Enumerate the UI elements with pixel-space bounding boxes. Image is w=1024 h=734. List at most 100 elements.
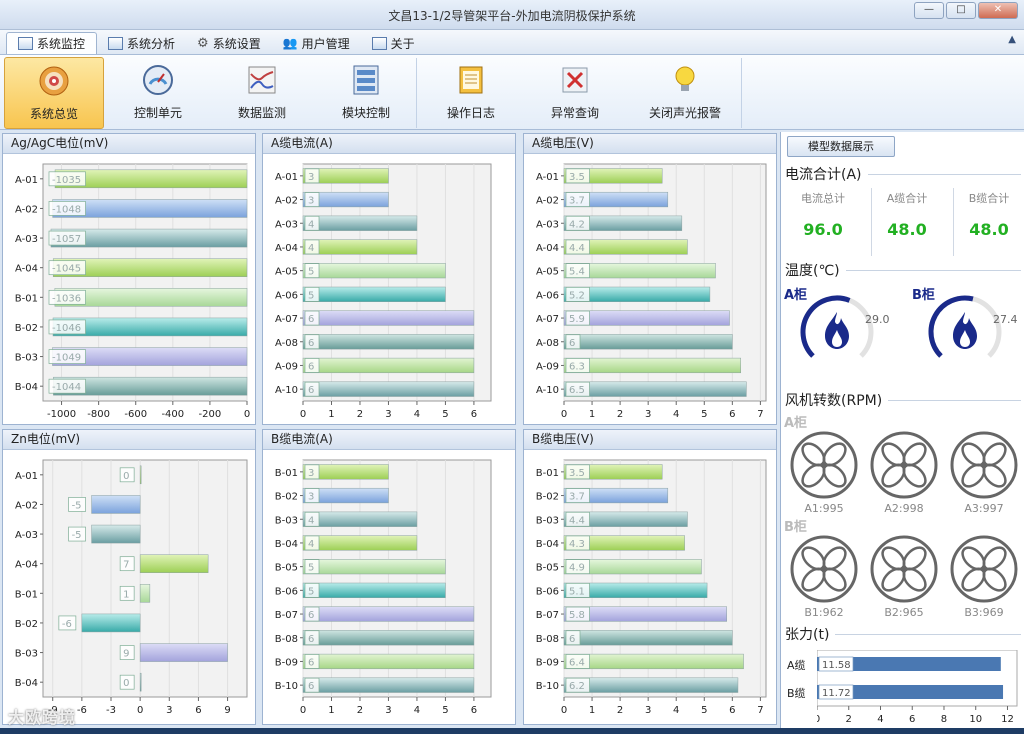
close-alarm-button[interactable]: 关闭声光报警 [629, 57, 741, 129]
data-monitor-button[interactable]: 数据监测 [212, 57, 312, 129]
y-tick-label: B-03 [15, 649, 38, 660]
bar [302, 653, 475, 670]
tab-system-analysis[interactable]: 系统分析 [97, 32, 186, 54]
y-tick-label: B-01 [15, 293, 38, 304]
y-tick-label: B-07 [536, 610, 559, 621]
data-label: 3 [308, 492, 314, 503]
system-overview-button[interactable]: 系统总览 [4, 57, 104, 129]
button-label: 系统总览 [29, 107, 78, 121]
fan-icon [870, 431, 938, 499]
tab-label: 关于 [390, 36, 415, 51]
gauge-icon [143, 65, 173, 95]
y-tick-label: B-09 [275, 657, 298, 668]
fan-group-b-label: B柜 [784, 520, 807, 535]
b-cable-voltage-chart: 0 1 2 3 4 5 6 7 B-01 3.5 B-02 3.7 B-03 4.4 B-04 4.3 B-05… [536, 459, 767, 716]
button-label: 数据监测 [237, 106, 286, 120]
tab-label: 用户管理 [301, 36, 350, 51]
tab-system-settings[interactable]: ⚙ 系统设置 [186, 32, 272, 54]
tab-label: 系统分析 [127, 36, 176, 51]
toolbar-ribbon: 系统总览 控制单元 数据监测 模块控制 操作日志 异常查询 关闭声光报警 [0, 54, 1024, 130]
y-tick-label: B-04 [275, 539, 298, 550]
tension-category-label: A缆 [787, 659, 806, 672]
data-label: -5 [72, 500, 82, 511]
control-unit-button[interactable]: 控制单元 [108, 57, 208, 129]
x-tick-label: 6 [729, 705, 735, 716]
x-tick-label: 2 [357, 705, 363, 716]
section-title: 张力(t) [785, 627, 830, 643]
x-tick-label: 1 [328, 409, 334, 420]
data-label: 11.58 [822, 660, 851, 671]
data-label: 5 [308, 563, 314, 574]
y-tick-label: B-01 [536, 468, 559, 479]
bar [302, 677, 475, 693]
a-cable-total: A缆合计 48.0 [869, 190, 945, 239]
button-label: 异常查询 [550, 106, 599, 120]
bar [91, 495, 141, 514]
data-label: -1044 [52, 382, 81, 393]
exception-query-button[interactable]: 异常查询 [525, 57, 625, 129]
y-tick-label: B-03 [536, 515, 559, 526]
close-button[interactable]: ✕ [978, 2, 1018, 19]
collapse-ribbon-button[interactable]: ▲ [1008, 34, 1016, 45]
y-tick-label: A-08 [275, 338, 298, 349]
data-label: 6.2 [569, 681, 585, 692]
y-tick-label: A-03 [536, 219, 559, 230]
bar [139, 554, 209, 573]
y-tick-label: B-04 [536, 539, 559, 550]
y-tick-label: B-05 [536, 563, 559, 574]
bar [302, 357, 475, 374]
bar [302, 511, 418, 527]
module-icon [353, 65, 379, 95]
x-tick-label: 0 [817, 714, 820, 725]
about-icon [371, 36, 387, 50]
a-cable-total-value: 48.0 [887, 220, 927, 239]
data-label: 6 [569, 634, 575, 645]
target-icon [39, 66, 69, 96]
temperature-section-header: 温度(℃) [785, 260, 1021, 280]
model-data-button[interactable]: 模型数据展示 [787, 136, 895, 157]
bar [302, 215, 418, 231]
y-tick-label: B-10 [536, 681, 559, 692]
x-tick-label: 4 [673, 705, 679, 716]
operation-log-button[interactable]: 操作日志 [421, 57, 521, 129]
minimize-button[interactable]: — [914, 2, 944, 19]
panel-title: A缆电流(A) [263, 134, 515, 154]
y-tick-label: A-07 [275, 314, 298, 325]
y-tick-label: A-01 [275, 172, 298, 183]
data-label: 3 [308, 196, 314, 207]
x-tick-label: 12 [1001, 714, 1014, 725]
tab-user-management[interactable]: 👥 用户管理 [272, 32, 361, 54]
y-tick-label: B-07 [275, 610, 298, 621]
y-tick-label: A-05 [536, 267, 559, 278]
y-tick-label: A-03 [275, 219, 298, 230]
x-tick-label: 6 [909, 714, 915, 725]
data-label: 0 [123, 471, 129, 482]
y-tick-label: A-04 [15, 560, 38, 571]
panel-a-cable-current: A缆电流(A) 0 1 2 3 4 5 6 A-01 3 A-02 3 A-03 4 A-04 4 A-05 5… [262, 133, 516, 425]
module-control-button[interactable]: 模块控制 [316, 57, 416, 129]
fan-rpm-label: A3:997 [964, 502, 1004, 515]
maximize-button[interactable]: □ [946, 2, 976, 19]
data-label: 3.7 [569, 196, 585, 207]
tension-chart: 0 2 4 6 8 10 12 11.58 11.72 [817, 650, 1018, 725]
fan-rpm-label: A2:998 [884, 502, 924, 515]
data-label: 6 [308, 361, 314, 372]
tab-about[interactable]: 关于 [361, 32, 426, 54]
panel-title: B缆电压(V) [524, 430, 776, 450]
bar [302, 310, 475, 326]
y-tick-label: A-08 [536, 338, 559, 349]
data-label: -1036 [52, 293, 81, 304]
users-icon: 👥 [282, 36, 298, 50]
bar [139, 672, 142, 692]
y-tick-label: B-04 [15, 678, 38, 689]
bar [563, 630, 733, 646]
y-tick-label: B-03 [275, 515, 298, 526]
tab-system-monitor[interactable]: 系统监控 [6, 32, 98, 54]
temperature-b-value: 27.4 [993, 313, 1018, 326]
panel-a-cable-voltage: A缆电压(V) 0 1 2 3 4 5 6 7 A-01 3.5 A-02 3.7 A-03 4.2 A-0… [523, 133, 777, 425]
y-tick-label: A-03 [15, 234, 38, 245]
x-tick-label: 1 [589, 705, 595, 716]
ag-potential-chart: -1000 -800 -600 -400 -200 0 A-01 -1035 A-02 -1048… [15, 163, 250, 420]
data-label: -1045 [52, 264, 81, 275]
watermark: 大欧跨境 [8, 708, 77, 727]
